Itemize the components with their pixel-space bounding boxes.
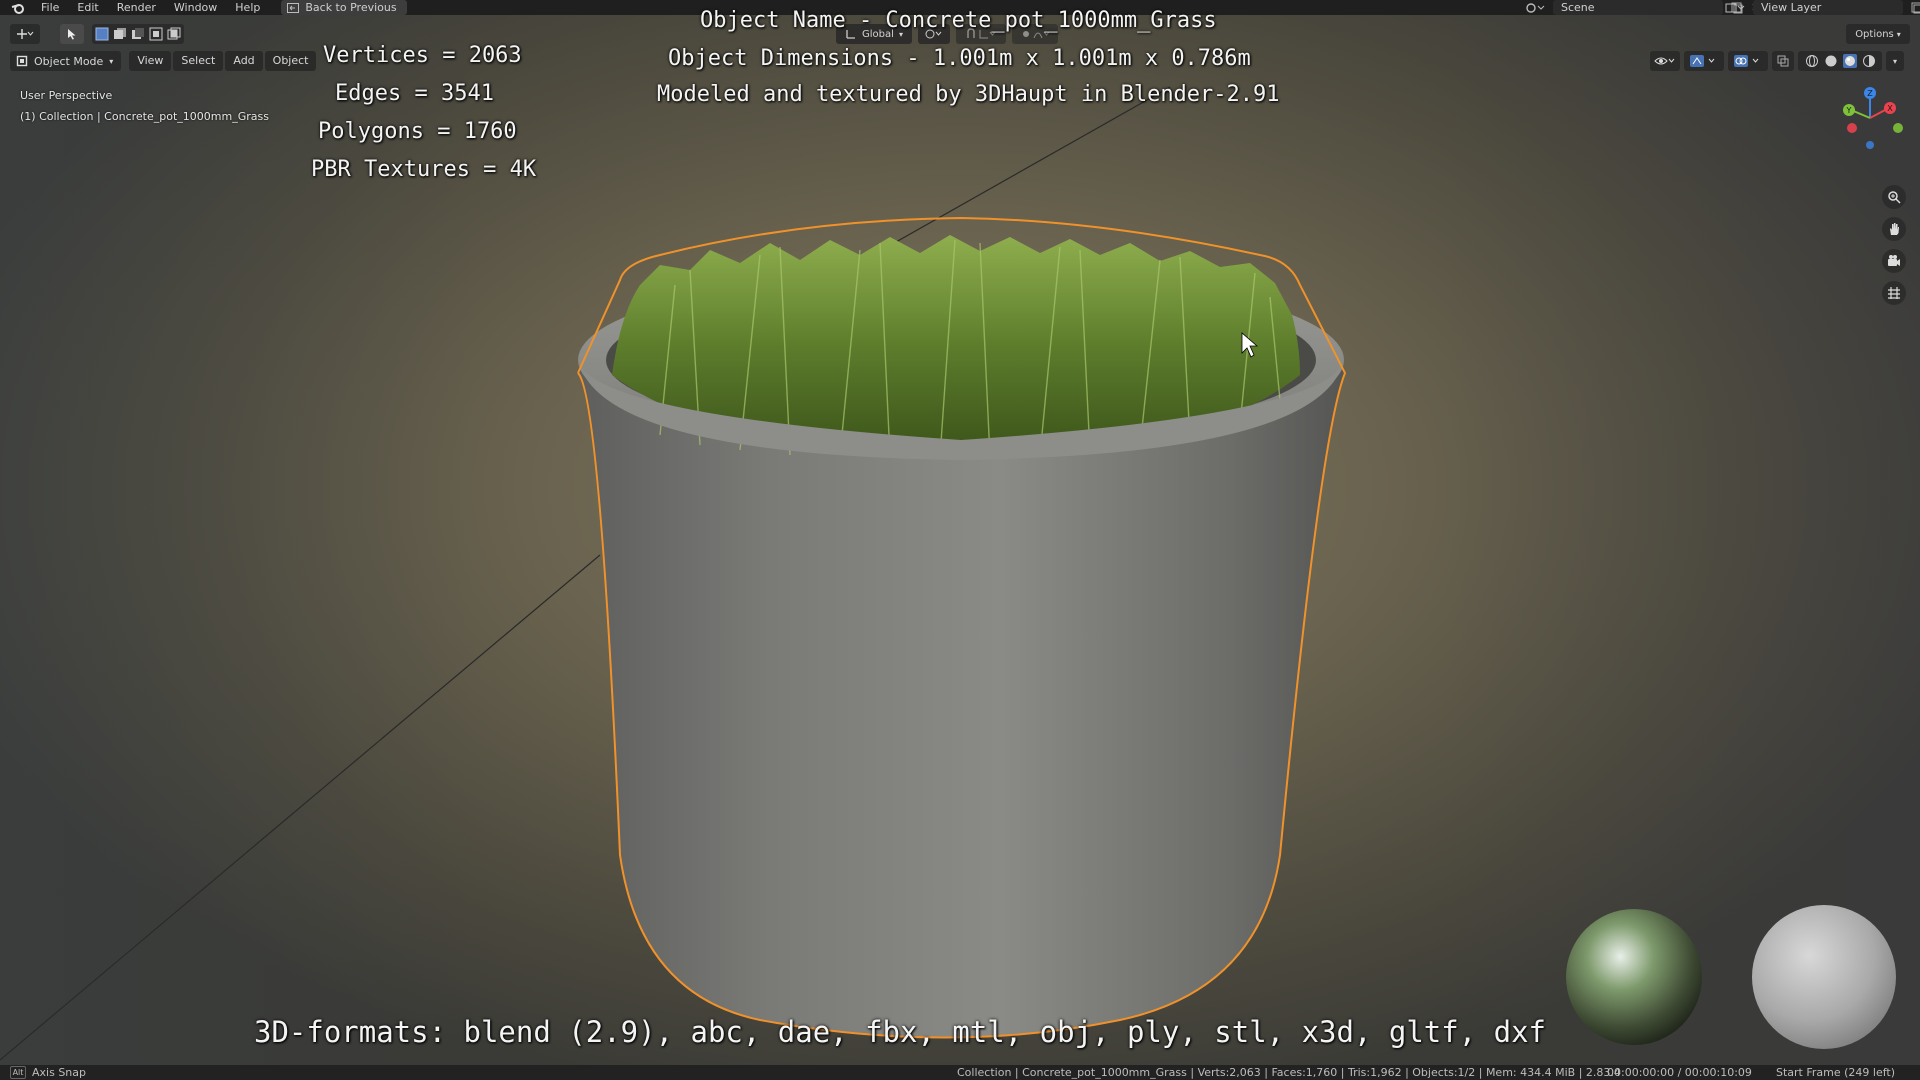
polygons-count: Polygons = 1760	[318, 119, 517, 144]
textures-info: PBR Textures = 4K	[311, 157, 537, 182]
vertices-count: Vertices = 2063	[323, 43, 522, 68]
options-dropdown[interactable]: Options ▾	[1846, 24, 1910, 44]
interaction-mode-select[interactable]: Object Mode ▾	[10, 51, 122, 71]
rendered-shading-icon[interactable]	[1862, 54, 1876, 68]
timeline-time: 00:00:00:00 / 00:00:10:09	[1607, 1066, 1752, 1079]
chevron-down-icon: ▾	[109, 56, 114, 66]
overlays-toggle-icon[interactable]	[1728, 51, 1768, 71]
menu-select[interactable]: Select	[173, 51, 224, 71]
gizmo-y-label: Y	[1846, 106, 1852, 115]
formats-line: 3D-formats: blend (2.9), abc, dae, fbx, …	[254, 1015, 1547, 1049]
start-frame-info: Start Frame (249 left)	[1776, 1066, 1896, 1079]
select-extend-icon[interactable]	[113, 27, 127, 41]
new-view-layer-icon[interactable]	[1911, 2, 1920, 14]
zoom-icon[interactable]	[1882, 185, 1906, 209]
viewport-info: User Perspective (1) Collection | Concre…	[20, 85, 269, 127]
viewport-navigation-buttons	[1882, 185, 1906, 305]
view-layer-name-field[interactable]: View Layer	[1753, 0, 1903, 15]
select-new-icon[interactable]	[95, 27, 109, 41]
scene-statistics: Collection | Concrete_pot_1000mm_Grass |…	[957, 1066, 1621, 1079]
perspective-label: User Perspective	[20, 89, 113, 102]
object-dimensions: Object Dimensions - 1.001m x 1.001m x 0.…	[668, 46, 1251, 71]
status-bar: Alt Axis Snap Collection | Concrete_pot_…	[0, 1065, 1920, 1080]
blender-logo-icon[interactable]	[10, 2, 26, 14]
back-to-previous-label: Back to Previous	[305, 1, 397, 14]
alt-key-icon: Alt	[10, 1066, 26, 1079]
camera-view-icon[interactable]	[1882, 249, 1906, 273]
select-subtract-icon[interactable]	[131, 27, 145, 41]
view-layer-icon[interactable]	[1725, 2, 1745, 14]
selection-mode-group	[92, 24, 184, 44]
shading-options-chevron-icon[interactable]: ▾	[1886, 51, 1904, 71]
pan-hand-icon[interactable]	[1882, 217, 1906, 241]
hdri-preview-sphere	[1566, 909, 1702, 1045]
scene-render	[0, 86, 1896, 1061]
menu-edit[interactable]: Edit	[68, 0, 107, 15]
view-layer-selector: View Layer ✕	[1725, 0, 1920, 15]
menu-window[interactable]: Window	[165, 0, 226, 15]
object-name-title: Object Name - Concrete_pot_1000mm_Grass	[700, 8, 1217, 33]
editor-type-icon[interactable]	[10, 24, 40, 44]
menu-object[interactable]: Object	[264, 51, 317, 71]
3d-viewport[interactable]: Z X Y	[0, 15, 1920, 1065]
mode-label: Object Mode	[34, 54, 104, 68]
menu-add[interactable]: Add	[225, 51, 263, 71]
menu-render[interactable]: Render	[108, 0, 165, 15]
object-mode-icon	[16, 55, 28, 67]
edges-count: Edges = 3541	[335, 81, 494, 106]
shading-mode-group	[1798, 51, 1882, 71]
credits-line: Modeled and textured by 3DHaupt in Blend…	[657, 82, 1280, 107]
scene-name: Scene	[1561, 1, 1595, 14]
options-label: Options	[1855, 28, 1894, 40]
grid-line	[0, 554, 601, 1061]
material-preview-sphere	[1752, 905, 1896, 1049]
view-layer-name: View Layer	[1761, 1, 1822, 14]
solid-shading-icon[interactable]	[1824, 54, 1838, 68]
xray-toggle-icon[interactable]	[1772, 51, 1794, 71]
shading-controls: ▾	[1650, 51, 1904, 71]
menu-help[interactable]: Help	[226, 0, 269, 15]
chevron-down-icon: ▾	[1896, 29, 1901, 39]
scene-name-field[interactable]: Scene	[1553, 0, 1723, 15]
select-intersect-icon[interactable]	[167, 27, 181, 41]
back-to-previous-button[interactable]: Back to Previous	[281, 0, 407, 15]
menu-file[interactable]: File	[32, 0, 68, 15]
scene-icon[interactable]	[1525, 2, 1545, 14]
wireframe-shading-icon[interactable]	[1805, 54, 1819, 68]
back-window-icon	[287, 2, 300, 13]
navigation-gizmo[interactable]: Z X Y	[1835, 83, 1905, 153]
gizmo-toggle-icon[interactable]	[1684, 51, 1724, 71]
gizmo-z-label: Z	[1867, 89, 1873, 98]
orthographic-grid-icon[interactable]	[1882, 281, 1906, 305]
object-visibility-icon[interactable]	[1650, 51, 1680, 71]
material-preview-shading-icon[interactable]	[1842, 54, 1857, 68]
gizmo-x-label: X	[1887, 104, 1893, 113]
menu-view[interactable]: View	[129, 51, 172, 71]
status-action-hint: Axis Snap	[32, 1066, 86, 1079]
select-cursor-icon[interactable]	[60, 24, 84, 44]
active-collection-label: (1) Collection | Concrete_pot_1000mm_Gra…	[20, 110, 269, 123]
select-invert-icon[interactable]	[149, 27, 163, 41]
